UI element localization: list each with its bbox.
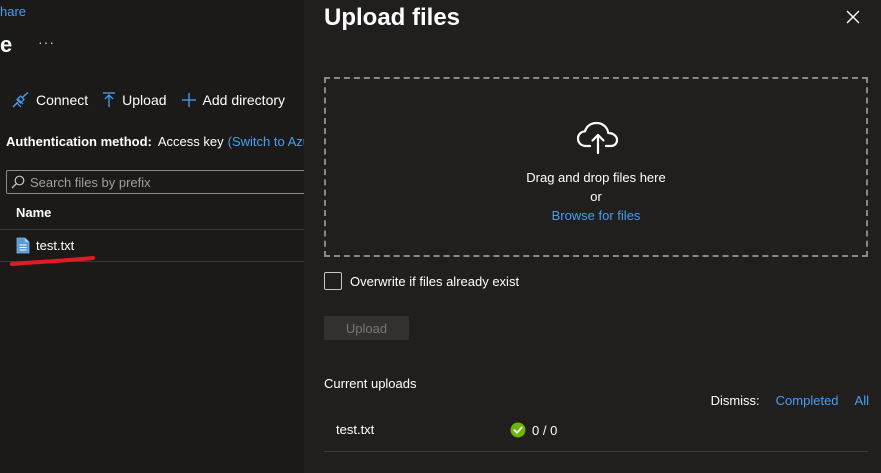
name-column-header[interactable]: Name (16, 205, 51, 220)
upload-toolbar-label: Upload (122, 92, 167, 108)
search-icon (11, 175, 25, 189)
dismiss-completed-link[interactable]: Completed (776, 393, 839, 408)
success-check-icon (510, 422, 526, 438)
overwrite-label: Overwrite if files already exist (350, 273, 520, 289)
connect-label: Connect (36, 92, 89, 108)
auth-method-label: Authentication method: (6, 134, 152, 149)
dismiss-bar: Dismiss: Completed All (711, 393, 869, 408)
toolbar: Connect Upload Add directory (12, 92, 299, 108)
add-directory-button[interactable]: Add directory (181, 92, 285, 108)
search-box[interactable]: Search files by prefix (6, 170, 304, 194)
panel-title: Upload files (324, 4, 461, 31)
close-button[interactable] (842, 6, 864, 28)
file-row[interactable]: test.txt (16, 237, 74, 254)
upload-files-panel: Upload files Drag and drop files here or… (304, 0, 881, 473)
upload-item-progress: 0 / 0 (532, 422, 558, 438)
drop-zone[interactable]: Drag and drop files here or Browse for f… (324, 77, 868, 257)
plus-icon (181, 93, 196, 107)
plug-icon (12, 92, 29, 108)
upload-arrow-icon (103, 92, 116, 107)
browse-files-link[interactable]: Browse for files (326, 208, 866, 223)
file-share-pane: hare e ··· Connect Upload Add directory … (0, 0, 304, 473)
upload-button[interactable]: Upload (324, 316, 409, 340)
drop-zone-text: Drag and drop files here (526, 170, 666, 185)
switch-auth-link[interactable]: (Switch to Azu (228, 134, 304, 149)
file-name: test.txt (36, 238, 75, 253)
divider (324, 451, 868, 452)
drop-zone-or: or (590, 189, 602, 204)
upload-item-status: 0 / 0 (510, 422, 557, 438)
connect-button[interactable]: Connect (12, 92, 88, 108)
annotation-underline (10, 256, 95, 266)
upload-item-name: test.txt (336, 422, 375, 437)
more-options-button[interactable]: ··· (38, 34, 55, 50)
auth-method: Authentication method: Access key (Switch … (6, 134, 304, 149)
upload-toolbar-button[interactable]: Upload (102, 92, 167, 108)
text-file-icon (16, 237, 30, 254)
add-directory-label: Add directory (202, 92, 286, 108)
divider (0, 229, 304, 230)
breadcrumb-link[interactable]: hare (0, 4, 26, 19)
search-placeholder: Search files by prefix (30, 174, 151, 190)
overwrite-option[interactable]: Overwrite if files already exist (324, 272, 519, 290)
auth-method-value: Access key (157, 134, 224, 149)
dismiss-label: Dismiss: (710, 393, 760, 408)
cloud-upload-icon (576, 121, 619, 155)
dismiss-all-link[interactable]: All (855, 393, 869, 408)
close-icon (846, 10, 860, 24)
overwrite-checkbox[interactable] (324, 272, 342, 290)
current-uploads-heading: Current uploads (324, 376, 417, 391)
page-title: e (0, 32, 13, 57)
